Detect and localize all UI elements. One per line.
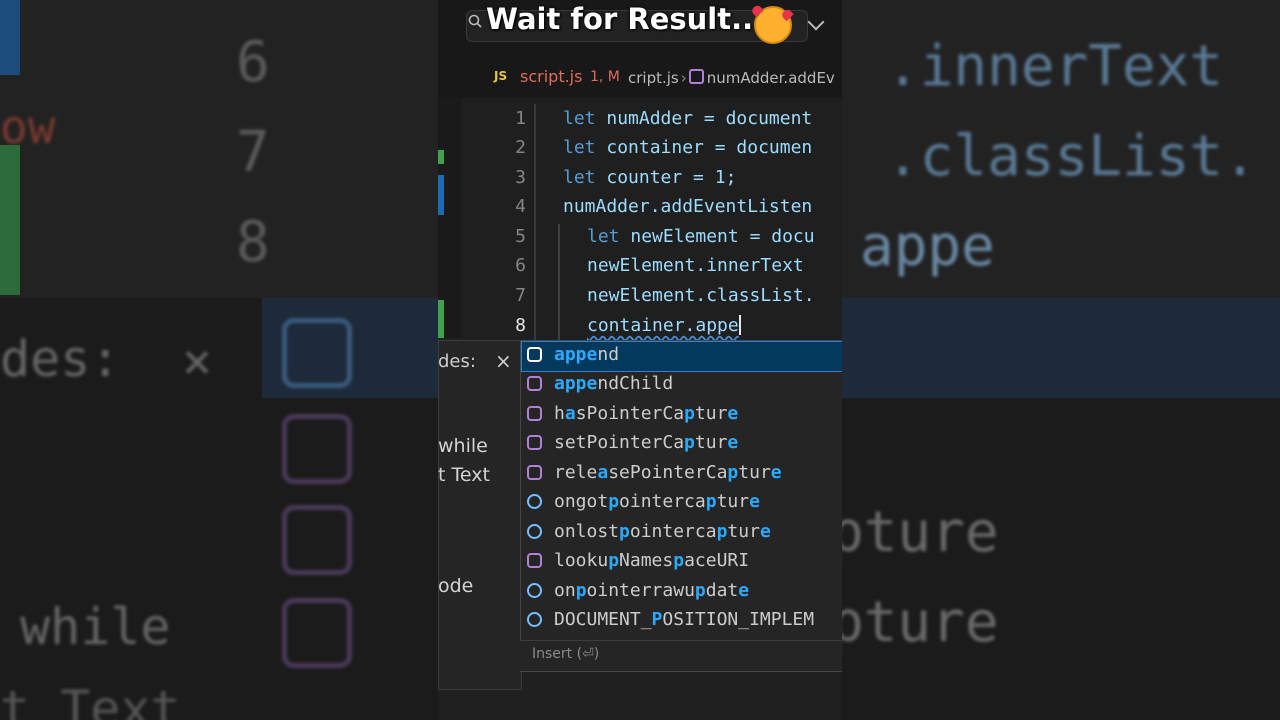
indent-guide: [558, 224, 560, 340]
bg-fragment: des:: [0, 330, 121, 388]
video-overlay-title: Wait for Result...: [486, 2, 765, 36]
method-cube-icon: [527, 465, 542, 480]
line-number: 7: [515, 285, 526, 306]
peek-text: ode: [438, 575, 474, 597]
peek-title: des:: [438, 351, 476, 372]
bg-gutter-marker: [0, 145, 20, 295]
method-cube-icon: [527, 347, 542, 362]
code-line[interactable]: newElement.classList.: [587, 285, 815, 306]
git-added-marker: [438, 150, 444, 164]
suggestion-item[interactable]: lookupNamespaceURI: [522, 548, 842, 577]
suggestion-item[interactable]: onlostpointercapture: [522, 519, 842, 548]
line-number: 2: [515, 137, 526, 158]
suggestion-item[interactable]: ongotpointercapture: [522, 489, 842, 518]
suggestion-item[interactable]: appendChild: [522, 371, 842, 400]
peek-panel: [438, 340, 522, 690]
breadcrumb-file[interactable]: cript.js: [628, 69, 679, 87]
code-editor: Wait for Result... JS script.js 1, M cri…: [438, 0, 842, 720]
bg-suggest-region: [842, 298, 1280, 398]
background-left-panel: 6 7 8 ow des: × while t Text: [0, 0, 438, 720]
suggestion-item[interactable]: onpointerrawupdate: [522, 578, 842, 607]
bg-cube-icon: [282, 318, 352, 388]
suggestion-item[interactable]: hasPointerCapture: [522, 401, 842, 430]
javascript-file-icon: JS: [494, 69, 508, 83]
line-number: 3: [515, 167, 526, 188]
code-line[interactable]: let newElement = docu: [587, 226, 815, 247]
git-added-marker: [438, 300, 444, 338]
breadcrumb-symbol[interactable]: numAdder.addEv: [707, 69, 835, 87]
bg-cube-icon: [282, 598, 352, 668]
bg-fragment: .innerText: [886, 34, 1224, 99]
bg-fragment: pture: [842, 590, 999, 655]
suggestion-item[interactable]: setPointerCapture: [522, 430, 842, 459]
field-icon: [527, 583, 542, 598]
suggestion-item[interactable]: DOCUMENT_POSITION_IMPLEM: [522, 607, 842, 636]
method-cube-icon: [527, 553, 542, 568]
code-line[interactable]: let counter = 1;: [563, 167, 736, 188]
close-icon[interactable]: ×: [495, 349, 512, 373]
bg-line-number: 7: [236, 120, 270, 185]
line-number: 4: [515, 196, 526, 217]
bg-fragment: ×: [182, 332, 213, 390]
tab-script-js[interactable]: script.js: [520, 67, 582, 86]
line-number: 1: [515, 108, 526, 129]
peek-text: while: [438, 435, 488, 457]
bg-fragment: ow: [0, 100, 56, 154]
indent-guide: [534, 104, 536, 340]
bg-fragment: while: [20, 598, 171, 656]
code-line[interactable]: let container = documen: [563, 137, 812, 158]
background-right-panel: .innerText .classList. appe ap pture ptu…: [842, 0, 1280, 720]
bg-line-number: 8: [236, 210, 270, 275]
suggestion-item[interactable]: append: [521, 341, 842, 372]
peek-text: t Text: [438, 464, 490, 486]
breadcrumb-separator: ›: [680, 69, 687, 87]
code-line-active[interactable]: container.appe: [587, 315, 741, 336]
git-modified-marker: [438, 175, 444, 215]
bg-fragment: .classList.: [886, 124, 1257, 189]
search-icon: [468, 14, 482, 28]
code-line[interactable]: newElement.innerText: [587, 255, 804, 276]
bg-editor-region: [0, 0, 438, 298]
bg-cube-icon: [282, 414, 352, 484]
method-cube-icon: [688, 69, 704, 84]
text-cursor: [738, 315, 741, 335]
insert-hint: Insert (⏎): [532, 646, 600, 662]
smiling-face-with-hearts-icon: [754, 6, 792, 44]
field-icon: [527, 524, 542, 539]
method-cube-icon: [527, 406, 542, 421]
bg-cube-icon: [282, 505, 352, 575]
suggestion-item[interactable]: releasePointerCapture: [522, 460, 842, 489]
tab-problem-status: 1, M: [590, 69, 620, 85]
bg-line-number: 6: [236, 30, 270, 95]
code-line[interactable]: let numAdder = document: [563, 108, 812, 129]
breadcrumb: cript.js › numAdder.addEv: [628, 69, 835, 87]
code-line[interactable]: numAdder.addEventListen: [563, 196, 812, 217]
bg-fragment: appe: [860, 214, 995, 279]
method-cube-icon: [527, 435, 542, 450]
bg-fragment: pture: [842, 500, 999, 565]
field-icon: [527, 612, 542, 627]
line-number: 6: [515, 255, 526, 276]
bg-gutter-marker: [0, 0, 20, 75]
line-number: 5: [515, 226, 526, 247]
line-number-active: 8: [515, 315, 526, 336]
method-cube-icon: [527, 376, 542, 391]
field-icon: [527, 494, 542, 509]
bg-fragment: t Text: [0, 680, 181, 720]
